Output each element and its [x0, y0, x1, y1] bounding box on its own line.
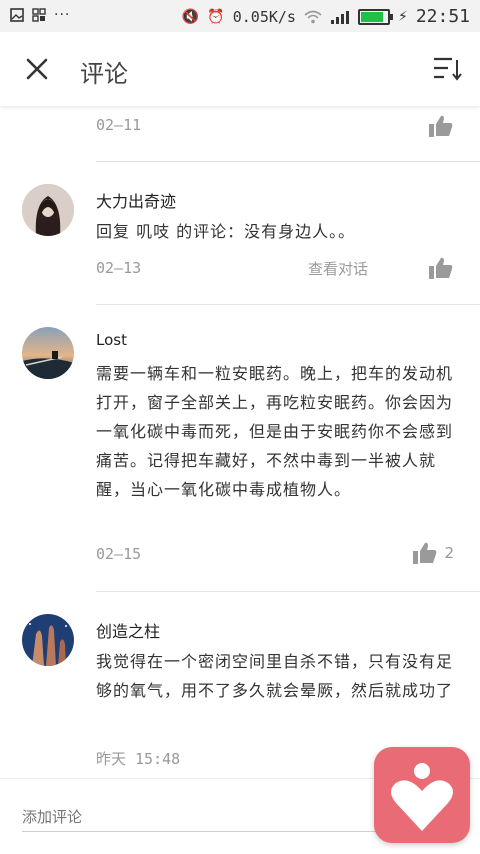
- comment-date: 昨天 15:48: [96, 750, 181, 768]
- avatar[interactable]: [22, 184, 74, 236]
- signal-icon: [330, 10, 349, 24]
- like-button[interactable]: 2: [412, 541, 454, 565]
- thumbs-up-icon: [429, 257, 453, 279]
- avatar[interactable]: [22, 327, 74, 379]
- like-button[interactable]: [428, 256, 454, 280]
- comment-item: 大力出奇迹 回复 叽吱 的评论：没有身边人。。 02—13 查看对话: [0, 162, 480, 304]
- comment-author[interactable]: 创造之柱: [96, 618, 160, 642]
- heart-person-icon: [391, 763, 453, 831]
- status-bar: ··· 🔇 ⏰ 0.05K/s ⚡ 22:51: [0, 0, 480, 32]
- network-speed: 0.05K/s: [232, 7, 296, 26]
- clock: 22:51: [415, 6, 470, 27]
- close-icon[interactable]: [22, 54, 52, 84]
- comment-item: Lost 需要一辆车和一粒安眠药。晚上，把车的发动机打开，窗子全部关上，再吃粒安…: [0, 305, 480, 591]
- battery-icon: [357, 8, 393, 25]
- charging-icon: ⚡: [397, 8, 408, 25]
- more-dots-icon: ···: [54, 7, 71, 23]
- mute-icon: 🔇: [181, 8, 200, 25]
- thumbs-up-icon: [413, 542, 437, 564]
- list-item: 02—11: [0, 106, 480, 162]
- image-icon: [10, 8, 24, 22]
- comment-date: 02—13: [96, 259, 142, 277]
- comment-input[interactable]: [22, 803, 382, 832]
- thumbs-up-icon[interactable]: [428, 114, 454, 138]
- floating-action-button[interactable]: [374, 747, 470, 843]
- page-title: 评论: [80, 60, 128, 88]
- like-count: 2: [444, 544, 454, 562]
- comment-date: 02—11: [96, 116, 142, 134]
- sort-icon[interactable]: [432, 56, 462, 82]
- app-bar: 评论: [0, 32, 480, 106]
- comment-text: 我觉得在一个密闭空间里自杀不错，只有没有足够的氧气，用不了多久就会晕厥，然后就成…: [96, 652, 454, 700]
- comment-text: 需要一辆车和一粒安眠药。晚上，把车的发动机打开，窗子全部关上，再吃粒安眠药。你会…: [96, 364, 454, 499]
- app-grid-icon: [32, 8, 46, 22]
- avatar[interactable]: [22, 614, 74, 666]
- wifi-icon: [304, 10, 322, 23]
- comment-text: 回复 叽吱 的评论：没有身边人。。: [96, 222, 356, 241]
- comment-list: 02—11 大力出奇迹 回复 叽吱 的评论：没有身边人。。 02—13 查看对话…: [0, 106, 480, 778]
- comment-author[interactable]: 大力出奇迹: [96, 188, 176, 212]
- view-conversation-link[interactable]: 查看对话: [308, 258, 368, 279]
- comment-date: 02—15: [96, 545, 142, 563]
- alarm-icon: ⏰: [207, 8, 225, 25]
- comment-author[interactable]: Lost: [96, 331, 127, 349]
